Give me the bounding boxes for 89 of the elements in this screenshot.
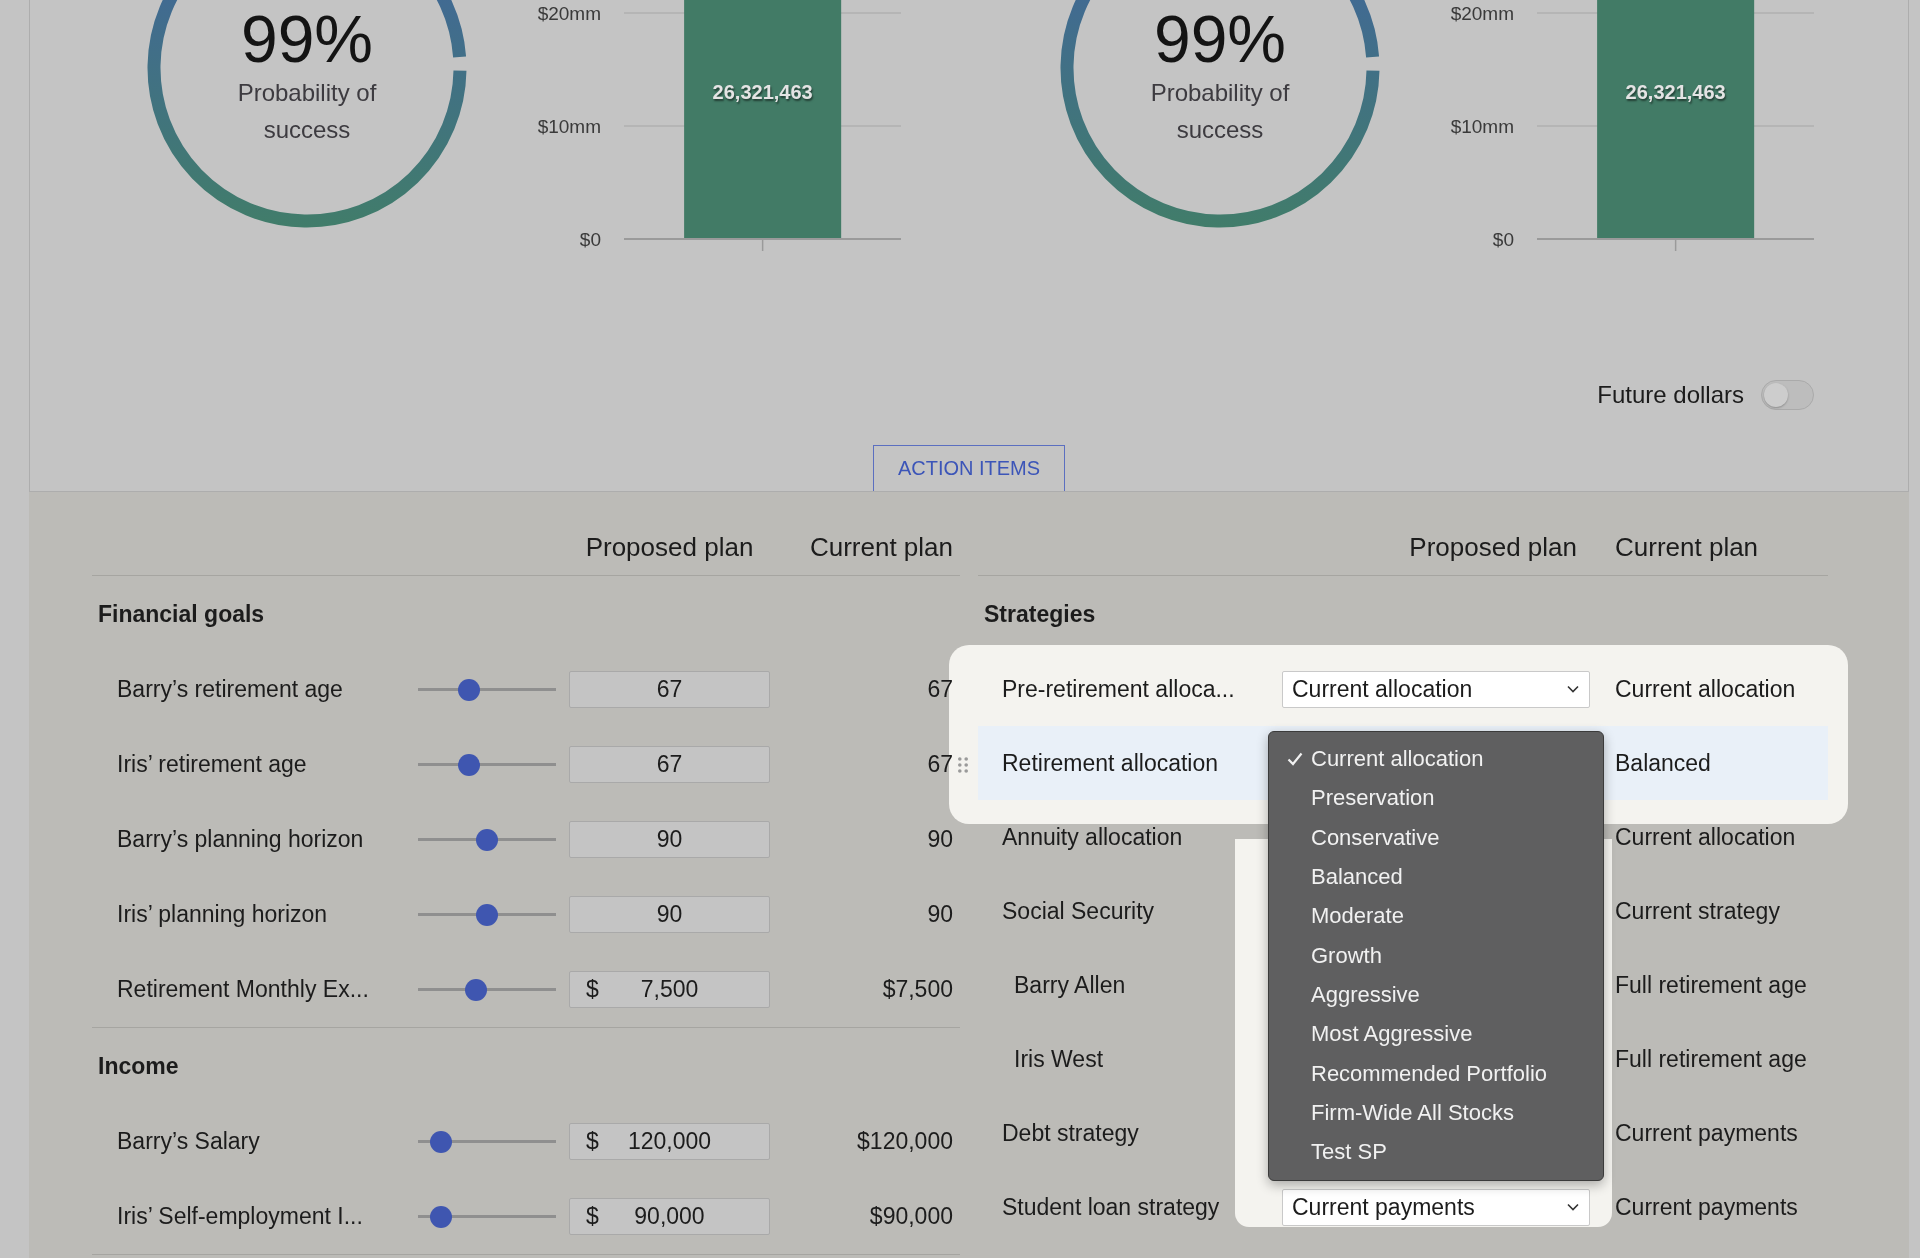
axis-tick-label: $0 [579, 229, 601, 250]
input-field[interactable]: $ 120,000 [569, 1123, 770, 1160]
column-header: Proposed plan [585, 532, 754, 563]
slider[interactable] [418, 977, 556, 1002]
row-label: Student loan strategy [1001, 1193, 1221, 1221]
menu-option[interactable]: Current allocation [1269, 739, 1603, 779]
menu-option[interactable]: Recommended Portfolio [1269, 1053, 1603, 1094]
section-heading: Financial goals [97, 599, 266, 629]
probability-label: Probability of success [1149, 78, 1291, 145]
row-label: Annuity allocation [1001, 823, 1184, 851]
drag-handle-icon[interactable] [958, 757, 968, 773]
current-value: $90,000 [869, 1203, 953, 1230]
current-value: 67 [927, 676, 953, 703]
current-value: Current allocation [1615, 675, 1796, 703]
current-value: 90 [927, 826, 953, 853]
current-value: Full retirement age [1615, 971, 1807, 999]
current-value: Current payments [1615, 1119, 1798, 1147]
axis-tick-label: $10mm [1450, 116, 1514, 137]
chevron-down-icon [1567, 1203, 1579, 1211]
probability-label: Probability of success [236, 78, 378, 145]
slider-thumb[interactable] [430, 1130, 453, 1153]
select-dropdown[interactable]: Current payments [1282, 1188, 1590, 1226]
axis-tick-label: $0 [1492, 229, 1514, 250]
row-label: Barry’s retirement age [116, 676, 344, 703]
column-header: Proposed plan [1409, 532, 1578, 563]
current-value: $7,500 [882, 976, 953, 1003]
slider[interactable] [418, 827, 556, 852]
column-header: Current plan [1615, 532, 1759, 563]
slider[interactable] [418, 902, 556, 927]
slider[interactable] [418, 1204, 556, 1229]
row-label: Social Security [1001, 897, 1156, 925]
select-dropdown[interactable]: Current allocation [1282, 670, 1590, 708]
row-label: Retirement allocation [1001, 749, 1220, 777]
bar-value-label: 26,321,463 [712, 81, 813, 103]
menu-option[interactable]: Moderate [1269, 896, 1603, 936]
row-label: Iris’ Self-employment I... [116, 1203, 364, 1230]
slider[interactable] [418, 677, 556, 702]
row-label: Iris’ planning horizon [116, 901, 329, 928]
input-field[interactable]: 90 [569, 896, 770, 933]
slider-thumb[interactable] [476, 903, 498, 926]
menu-option[interactable]: Aggressive [1269, 975, 1603, 1015]
probability-value: 99% [1153, 4, 1287, 74]
action-items-button[interactable]: ACTION ITEMS [873, 445, 1065, 491]
current-value: Current allocation [1615, 823, 1796, 851]
input-field[interactable]: $ 7,500 [569, 971, 770, 1008]
toggle-switch[interactable] [1761, 380, 1814, 410]
section-heading: Strategies [983, 599, 1097, 629]
section-heading: Income [97, 1051, 180, 1081]
slider-thumb[interactable] [476, 828, 498, 851]
menu-option[interactable]: Balanced [1269, 857, 1603, 897]
slider-thumb[interactable] [458, 678, 481, 701]
bar-value-label: 26,321,463 [1625, 81, 1726, 103]
input-field[interactable]: 90 [569, 821, 770, 858]
row-label: Barry Allen [1013, 971, 1127, 999]
current-value: $120,000 [857, 1128, 953, 1155]
row-label: Pre-retirement alloca... [1001, 675, 1236, 703]
toggle-label: Future dollars [1597, 381, 1744, 409]
current-value: Current payments [1615, 1193, 1798, 1221]
input-field[interactable]: 67 [569, 746, 770, 783]
menu-option[interactable]: Conservative [1269, 818, 1603, 858]
current-value: 67 [927, 751, 953, 778]
menu-option[interactable]: Firm-Wide All Stocks [1269, 1093, 1603, 1133]
menu-option[interactable]: Most Aggressive [1269, 1014, 1603, 1054]
column-header: Current plan [809, 532, 954, 563]
current-value: Full retirement age [1615, 1045, 1807, 1073]
probability-value: 99% [240, 4, 374, 74]
axis-tick-label: $20mm [537, 3, 601, 24]
slider-thumb[interactable] [430, 1205, 453, 1228]
row-label: Barry’s Salary [116, 1128, 261, 1155]
chevron-down-icon [1567, 685, 1579, 693]
input-field[interactable]: $ 90,000 [569, 1198, 770, 1235]
slider[interactable] [418, 1129, 556, 1154]
menu-option[interactable]: Growth [1269, 936, 1603, 976]
row-label: Iris West [1013, 1045, 1105, 1073]
row-label: Retirement Monthly Ex... [116, 976, 370, 1003]
row-label: Debt strategy [1001, 1119, 1140, 1147]
input-field[interactable]: 67 [569, 671, 770, 708]
axis-tick-label: $10mm [537, 116, 601, 137]
current-value: Balanced [1615, 749, 1711, 777]
slider-thumb[interactable] [458, 753, 481, 776]
row-label: Iris’ retirement age [116, 751, 308, 778]
current-value: 90 [927, 901, 953, 928]
menu-option[interactable]: Preservation [1269, 778, 1603, 819]
slider[interactable] [418, 752, 556, 777]
axis-tick-label: $20mm [1450, 3, 1514, 24]
current-value: Current strategy [1615, 897, 1780, 925]
menu-option[interactable]: Test SP [1269, 1132, 1603, 1172]
row-label: Barry’s planning horizon [116, 826, 365, 853]
slider-thumb[interactable] [464, 978, 487, 1001]
